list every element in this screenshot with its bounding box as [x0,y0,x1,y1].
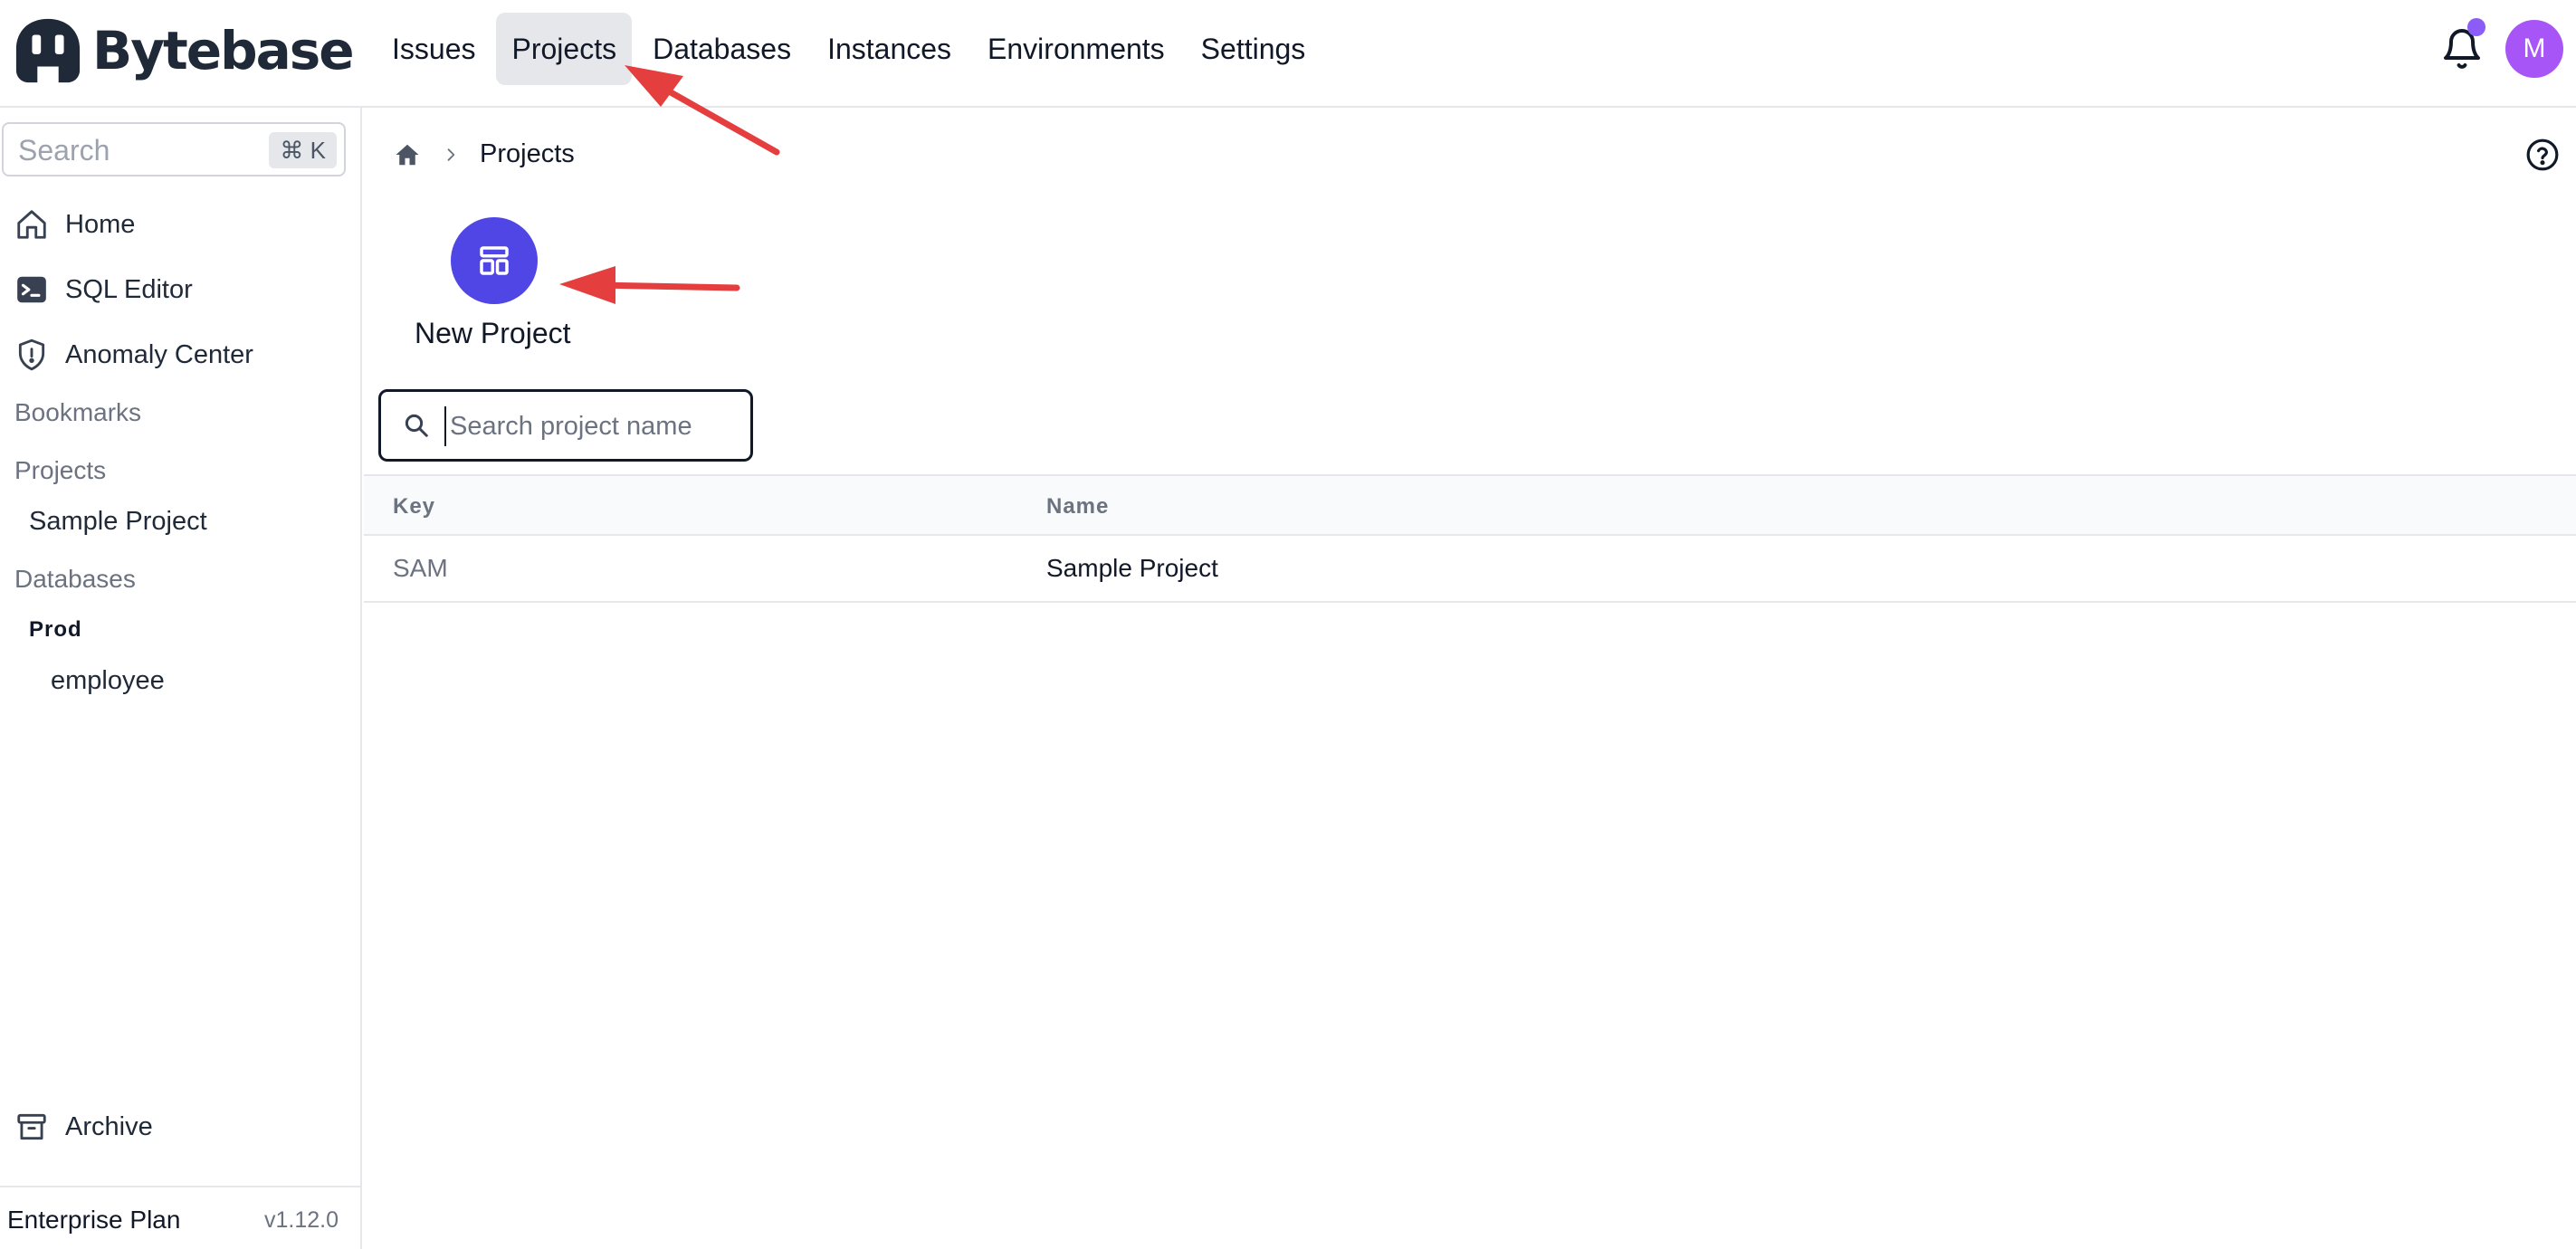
sidebar-search-input[interactable]: Search ⌘ K [2,122,346,176]
notification-dot [2467,18,2485,36]
top-navbar: Bytebase Issues Projects Databases Insta… [0,0,2576,108]
archive-icon [17,1113,46,1140]
sidebar-section-projects[interactable]: Projects [14,456,106,485]
sidebar-item-archive[interactable]: Archive [14,1100,349,1154]
sidebar-project-item[interactable]: Sample Project [29,507,207,537]
annotation-arrows [559,65,780,304]
new-project-button[interactable] [451,217,538,304]
sidebar: Search ⌘ K Home SQL Editor Anomaly Cente… [0,108,362,1249]
projects-table: Key Name SAM Sample Project [364,474,2576,603]
sidebar-section-bookmarks[interactable]: Bookmarks [14,398,141,427]
sidebar-item-home[interactable]: Home [14,197,349,252]
help-icon[interactable] [2525,138,2560,172]
sidebar-search-placeholder: Search [18,134,110,167]
logo-icon [15,18,81,83]
sidebar-item-sql-editor[interactable]: SQL Editor [14,262,349,317]
sidebar-footer: Enterprise Plan v1.12.0 [0,1186,360,1249]
nav-settings[interactable]: Settings [1186,13,1321,85]
search-shortcut-badge: ⌘ K [269,132,337,168]
nav-databases[interactable]: Databases [637,13,806,85]
sidebar-item-label: Archive [65,1111,153,1141]
sidebar-item-label: SQL Editor [65,274,193,304]
sidebar-item-anomaly-center[interactable]: Anomaly Center [14,328,349,382]
nav-instances[interactable]: Instances [812,13,967,85]
new-project-label[interactable]: New Project [415,317,571,350]
avatar[interactable]: M [2505,20,2563,78]
table-row[interactable]: SAM Sample Project [364,536,2576,603]
project-search-box [378,389,753,462]
nav-environments[interactable]: Environments [972,13,1180,85]
bytebase-logo[interactable]: Bytebase [13,14,355,87]
column-header-name: Name [1046,494,1110,519]
home-icon [17,210,46,239]
chevron-right-icon [447,148,455,161]
terminal-icon [17,276,46,303]
sidebar-environment-label: Prod [29,617,82,642]
breadcrumb-current: Projects [480,139,575,168]
plan-label[interactable]: Enterprise Plan [7,1206,180,1235]
arrow-to-new-project-icon [559,266,740,304]
version-label: v1.12.0 [263,1207,339,1233]
sidebar-database-item[interactable]: employee [51,666,165,696]
nav-projects[interactable]: Projects [496,13,633,85]
table-header: Key Name [364,474,2576,536]
project-search-input[interactable] [444,406,734,446]
search-icon [405,414,428,437]
project-key-cell: SAM [393,554,448,582]
shield-icon [18,338,45,371]
sidebar-item-label: Home [65,209,136,239]
nav-issues[interactable]: Issues [377,13,491,85]
sidebar-section-databases[interactable]: Databases [14,565,136,594]
app-name: Bytebase [92,20,355,81]
project-name-cell: Sample Project [1046,554,1218,582]
sidebar-item-label: Anomaly Center [65,339,253,369]
column-header-key: Key [393,494,436,519]
layout-icon [480,246,509,275]
home-icon[interactable] [393,141,422,168]
main-nav: Issues Projects Databases Instances Envi… [377,13,1326,85]
